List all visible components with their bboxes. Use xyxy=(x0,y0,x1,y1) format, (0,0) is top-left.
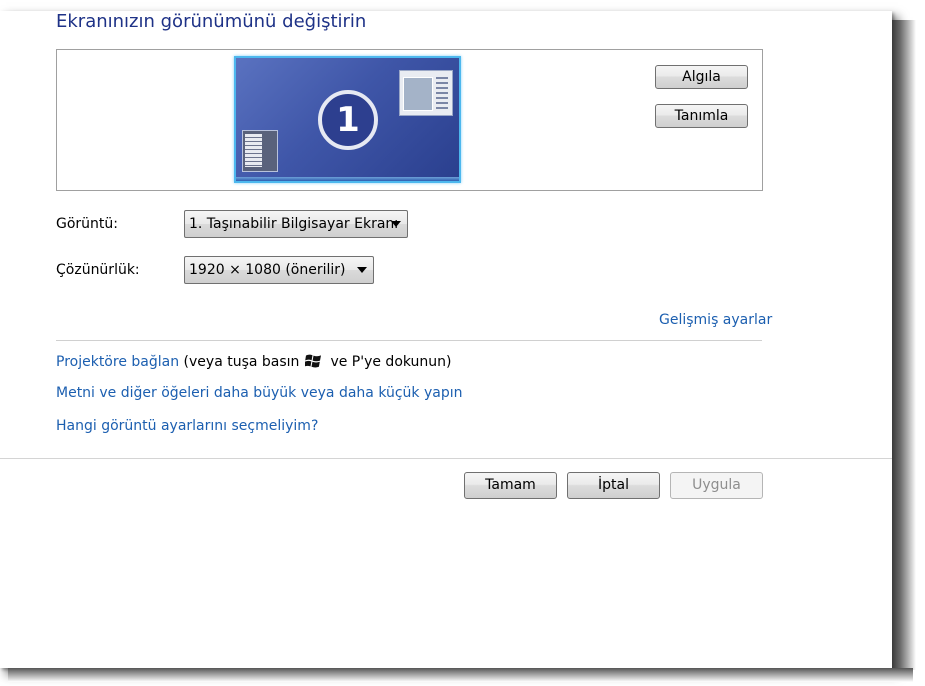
windows-logo-icon xyxy=(305,354,322,368)
projector-row: Projektöre bağlan (veya tuşa basın ve P'… xyxy=(56,353,452,370)
which-settings-link[interactable]: Hangi görüntü ayarlarını seçmeliyim? xyxy=(56,418,318,434)
footer-divider xyxy=(0,458,892,459)
apply-button[interactable]: Uygula xyxy=(670,472,763,499)
text-size-link[interactable]: Metni ve diğer öğeleri daha büyük veya d… xyxy=(56,385,463,401)
chevron-down-icon xyxy=(357,267,367,273)
monitor-number-badge: 1 xyxy=(318,90,378,150)
cancel-button[interactable]: İptal xyxy=(567,472,660,499)
resolution-select-value: 1920 × 1080 (önerilir) xyxy=(189,262,346,278)
chevron-down-icon xyxy=(391,221,401,227)
display-select[interactable]: 1. Taşınabilir Bilgisayar Ekranı xyxy=(184,210,408,238)
divider xyxy=(56,340,762,341)
display-label: Görüntü: xyxy=(56,216,118,232)
projector-hint-end: ve P'ye dokunun) xyxy=(330,354,452,370)
mini-window-graphic xyxy=(399,70,453,116)
advanced-settings-link[interactable]: Gelişmiş ayarlar xyxy=(659,312,772,328)
monitor-1-thumbnail[interactable]: 1 xyxy=(234,56,461,183)
ok-button[interactable]: Tamam xyxy=(464,472,557,499)
display-preview-area: 1 Algıla Tanımla xyxy=(56,49,763,191)
window-shadow-right xyxy=(892,20,916,670)
identify-button[interactable]: Tanımla xyxy=(655,104,748,128)
display-select-value: 1. Taşınabilir Bilgisayar Ekranı xyxy=(189,216,399,232)
resolution-select[interactable]: 1920 × 1080 (önerilir) xyxy=(184,256,374,284)
projector-hint-start: (veya tuşa basın xyxy=(183,354,300,370)
window-shadow-bottom xyxy=(8,668,913,682)
mini-sidebar-graphic xyxy=(242,130,278,172)
mini-taskbar-graphic xyxy=(236,177,459,181)
resolution-label: Çözünürlük: xyxy=(56,262,140,278)
detect-button[interactable]: Algıla xyxy=(655,65,748,89)
projector-link[interactable]: Projektöre bağlan xyxy=(56,354,179,370)
page-title: Ekranınızın görünümünü değiştirin xyxy=(56,11,367,32)
